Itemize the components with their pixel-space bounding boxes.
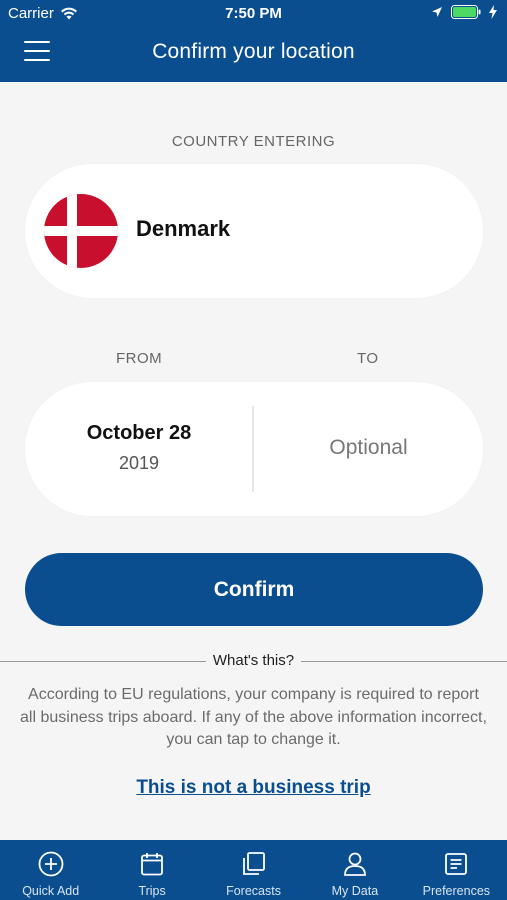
tab-preferences[interactable]: Preferences	[406, 840, 507, 900]
tab-label: Trips	[138, 884, 166, 898]
tab-label: Forecasts	[226, 884, 281, 898]
person-icon	[344, 852, 366, 876]
tab-label: My Data	[331, 884, 379, 898]
whats-this-divider: What's this?	[0, 650, 507, 672]
date-range-card: October 28 2019 Optional	[25, 382, 483, 516]
stacked-cards-icon	[242, 852, 265, 875]
tab-quick-add[interactable]: Quick Add	[0, 840, 101, 900]
plus-circle-icon	[38, 851, 64, 877]
from-date-picker[interactable]: October 28 2019	[25, 382, 253, 516]
tab-my-data[interactable]: My Data	[304, 840, 405, 900]
to-date-picker[interactable]: Optional	[254, 382, 483, 516]
denmark-flag-icon	[44, 194, 118, 268]
from-label: FROM	[116, 350, 163, 367]
navigation-bar: Confirm your location	[0, 28, 507, 82]
to-label: TO	[357, 350, 379, 367]
from-year-value: 2019	[118, 453, 160, 473]
tab-label: Preferences	[422, 884, 491, 898]
document-list-icon	[445, 853, 468, 875]
calendar-icon	[141, 853, 164, 876]
from-date-value: October 28	[86, 422, 192, 444]
country-entering-label: COUNTRY ENTERING	[171, 133, 336, 150]
top-bar: Carrier 7:50 PM Confirm your location	[0, 0, 507, 82]
whats-this-heading-wrap: What's this?	[0, 652, 507, 669]
status-bar: Carrier 7:50 PM	[0, 0, 507, 28]
confirm-button[interactable]: Confirm	[25, 553, 483, 626]
charging-bolt-icon	[489, 5, 497, 19]
battery-icon	[451, 5, 481, 19]
status-right	[431, 5, 497, 19]
tab-forecasts[interactable]: Forecasts	[203, 840, 304, 900]
country-name: Denmark	[136, 216, 231, 241]
explanation-text: According to EU regulations, your compan…	[20, 686, 487, 748]
whats-this-heading: What's this?	[205, 652, 302, 669]
tab-label: Quick Add	[22, 884, 80, 898]
page-title: Confirm your location	[152, 40, 355, 63]
to-date-placeholder: Optional	[329, 436, 408, 459]
location-arrow-icon	[432, 7, 442, 17]
country-selector[interactable]: Denmark	[25, 164, 483, 298]
not-business-trip-link[interactable]: This is not a business trip	[0, 777, 507, 799]
tab-trips[interactable]: Trips	[101, 840, 202, 900]
tab-bar: Quick Add Trips Forecasts My Data Prefer…	[0, 840, 507, 900]
